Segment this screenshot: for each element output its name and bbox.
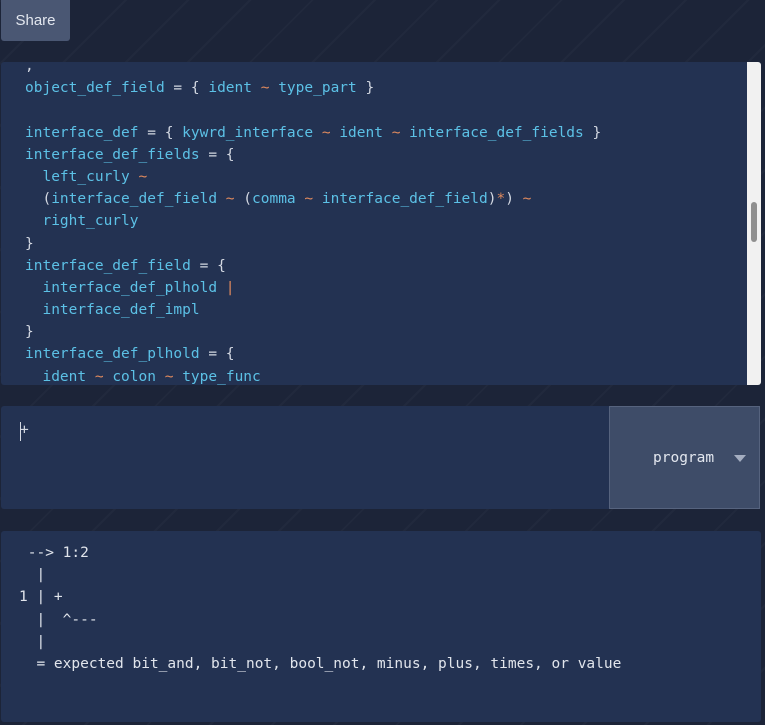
code-line: (interface_def_field ~ (comma ~ interfac… <box>25 188 741 210</box>
code-token-punct: ( <box>243 191 253 208</box>
code-token-punct <box>25 302 42 318</box>
code-token-punct: } <box>25 235 34 252</box>
editor-scrollbar[interactable] <box>747 62 761 385</box>
code-token-ident: ident <box>42 368 87 385</box>
code-token-ident: type_part <box>278 80 357 97</box>
editor-code-lines: , object_def_field = { ident ~ type_part … <box>25 62 741 385</box>
output-line: 1 | + <box>19 589 63 606</box>
code-token-ident: interface_def <box>25 124 139 141</box>
code-line: interface_def = { kywrd_interface ~ iden… <box>25 122 741 144</box>
share-button[interactable]: Share <box>1 0 70 41</box>
code-token-punct: } <box>356 80 375 97</box>
code-token-punct: } <box>583 124 602 141</box>
output-panel: --> 1:2 | 1 | + | ^--- | = expected bit_a… <box>1 531 761 722</box>
code-token-ident: ident <box>339 124 383 141</box>
code-line: interface_def_plhold = { <box>25 343 741 365</box>
code-token-punct: = { <box>190 257 226 274</box>
code-token-ident: interface_def_field <box>51 191 218 208</box>
output-line: | ^--- <box>19 611 98 628</box>
code-line: , <box>25 62 741 77</box>
output-line: = expected bit_and, bit_not, bool_not, m… <box>19 655 622 672</box>
code-token-punct: ( <box>25 191 52 208</box>
code-token-punct: ) <box>505 191 514 208</box>
code-token-punct <box>25 369 42 385</box>
editor-scroll-thumb[interactable] <box>751 202 757 242</box>
code-line: ident ~ colon ~ type_func <box>25 366 741 385</box>
code-token-punct: = { <box>199 146 235 163</box>
input-text: + <box>20 422 29 438</box>
rule-select-value: program <box>653 450 715 466</box>
code-token-ident: comma <box>252 191 296 208</box>
code-token-ident: interface_def_plhold <box>42 279 218 296</box>
chevron-down-icon <box>734 455 746 462</box>
code-line: interface_def_fields = { <box>25 144 741 166</box>
code-token-punct: = { <box>138 124 183 141</box>
code-line: left_curly ~ <box>25 166 741 188</box>
code-token-ident: left_curly <box>42 168 130 185</box>
code-token-op: ~ <box>513 191 532 208</box>
code-token-punct: = { <box>164 80 209 97</box>
code-token-ident: colon <box>112 368 156 385</box>
code-token-op: ~ <box>129 168 148 185</box>
code-token-punct: } <box>25 324 34 341</box>
output-line: --> 1:2 <box>19 545 89 561</box>
code-line: interface_def_plhold | <box>25 277 741 299</box>
code-line: object_def_field = { ident ~ type_part } <box>25 77 741 99</box>
code-token-punct <box>25 213 42 229</box>
code-line: interface_def_field = { <box>25 255 741 277</box>
code-token-ident: object_def_field <box>25 80 165 97</box>
rule-select-dropdown[interactable]: program <box>609 406 760 509</box>
code-token-ident: interface_def_impl <box>42 302 200 319</box>
code-line: interface_def_impl <box>25 299 741 321</box>
output-line: | <box>19 633 46 650</box>
code-token-op: ~ <box>252 80 279 97</box>
code-token-op: | <box>217 279 235 296</box>
code-token-punct <box>25 280 42 296</box>
code-token-ident: interface_def_field <box>321 191 488 208</box>
input-editor[interactable]: + <box>1 406 609 509</box>
code-token-punct: = { <box>199 346 235 363</box>
output-lines: --> 1:2 | 1 | + | ^--- | = expected bit_a… <box>19 542 621 675</box>
code-token-op: ~ <box>155 368 183 385</box>
code-token-punct: , <box>25 62 34 74</box>
code-token-ident: interface_def_fields <box>409 124 584 141</box>
code-token-op: ~ <box>313 124 340 141</box>
code-token-op: ~ <box>217 191 244 208</box>
code-token-ident: right_curly <box>42 213 139 230</box>
code-token-ident: ident <box>208 80 252 97</box>
code-token-ident: interface_def_fields <box>25 146 200 163</box>
code-line: } <box>25 321 741 343</box>
code-token-op: ~ <box>295 191 322 208</box>
grammar-editor[interactable]: , object_def_field = { ident ~ type_part … <box>1 62 761 385</box>
code-token-punct <box>25 169 42 185</box>
code-line: } <box>25 233 741 255</box>
output-line: | <box>19 567 46 584</box>
code-line: right_curly <box>25 210 741 232</box>
code-token-ident: kywrd_interface <box>182 124 314 141</box>
code-token-ident: interface_def_field <box>25 257 191 274</box>
text-caret <box>20 422 21 441</box>
code-token-op: * <box>496 191 506 208</box>
code-token-op: ~ <box>382 124 410 141</box>
code-token-ident: interface_def_plhold <box>25 346 200 363</box>
code-token-op: ~ <box>86 368 113 385</box>
code-token-ident: type_func <box>182 368 261 385</box>
